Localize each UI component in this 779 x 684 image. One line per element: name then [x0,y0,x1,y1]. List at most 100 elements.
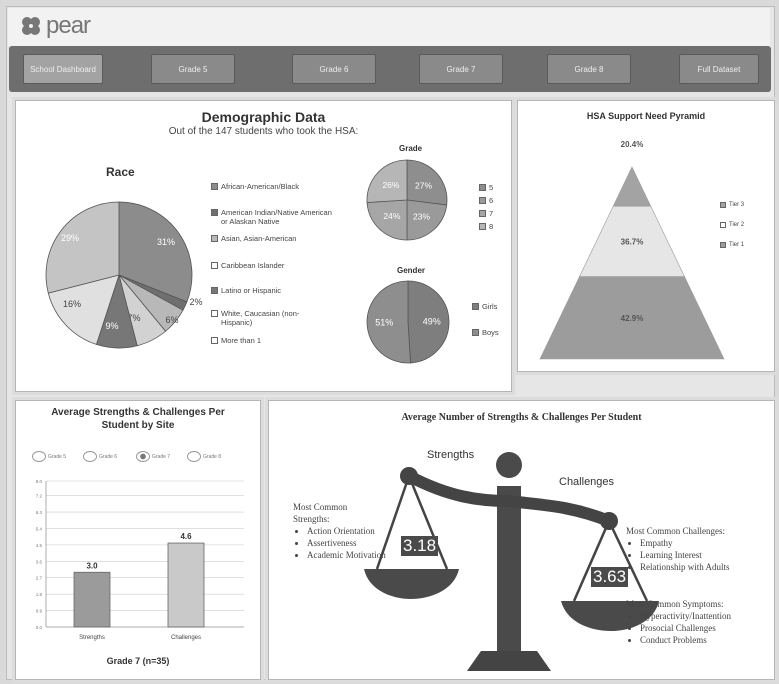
pie-label: 51% [375,318,393,328]
challenges-value: 3.63 [591,567,629,587]
legend-label: Asian, Asian-American [221,234,297,243]
support-pyramid-chart: 20.4% 36.7% 42.9% [539,140,725,360]
grade-legend-item: 7 [479,209,493,218]
strengths-value: 3.18 [401,536,439,556]
legend-label: 5 [489,183,494,192]
bar-value-label: 4.6 [180,532,192,541]
demographic-title: Demographic Data [201,109,326,125]
pyramid-tier [612,166,652,207]
common-symptoms-title: Most Common Symptoms: [626,599,724,609]
pie-label: 6% [165,315,178,325]
pie-label: 49% [423,316,441,326]
pie-label: 31% [157,237,175,247]
pie-label: 2% [189,297,202,307]
nav-grade-8[interactable]: Grade 8 [547,54,631,84]
race-legend-item: Latino or Hispanic [211,286,281,295]
legend-swatch [479,210,486,217]
legend-label: Girls [482,302,498,311]
y-tick-label: 8.0 [36,479,43,484]
legend-swatch [479,184,486,191]
legend-swatch [211,209,218,216]
pyramid-legend-item: Tier 3 [720,201,744,210]
legend-label: 8 [489,222,494,231]
legend-swatch [211,183,218,190]
legend-swatch [479,223,486,230]
pyramid-legend-item: Tier 1 [720,241,744,250]
pie-label: 9% [105,321,118,331]
clover-icon [22,17,40,35]
pie-label: 26% [382,180,399,190]
pie-label: 23% [413,211,430,221]
gender-legend-item: Girls [472,302,497,311]
race-pie-chart: 31%2%6%7%9%16%29% [45,201,203,349]
legend-swatch [720,202,726,208]
list-item: Learning Interest [640,549,730,561]
pyramid-label: 42.9% [621,314,644,323]
scale-panel: Average Number of Strengths & Challenges… [268,400,775,680]
common-strengths-title-2: Strengths: [293,514,330,524]
bar [73,571,111,628]
x-tick-label: Strengths [79,635,105,641]
grade-legend-item: 8 [479,222,493,231]
gender-pie-chart: 49% 51% [366,280,450,364]
site-panel: Average Strengths & Challenges Per Stude… [15,400,261,680]
list-item: Assertiveness [307,537,386,549]
nav-grade-7[interactable]: Grade 7 [419,54,503,84]
y-tick-label: 0.9 [36,609,43,614]
nav-full-dataset[interactable]: Full Dataset [679,54,759,84]
demographic-panel: Demographic Data Out of the 147 students… [15,100,512,392]
list-item: Academic Motivation [307,549,386,561]
legend-label: Latino or Hispanic [221,286,282,295]
list-item: Hyperactivity/Inattention [640,610,731,622]
strengths-challenges-bar-chart: 0.0 0.9 1.8 2.7 3.6 4.5 5.4 6.3 7.2 8.0 3.0 Strengt… [36,479,244,641]
legend-swatch [211,310,218,317]
race-legend-item: American Indian/Native American or Alask… [211,208,336,226]
nav-grade-5[interactable]: Grade 5 [151,54,235,84]
app-header: pear [8,8,770,46]
common-strengths-list: Most Common Strengths: Action Orientatio… [293,501,386,561]
grade-legend-item: 5 [479,183,493,192]
legend-label: Caribbean Islander [221,261,285,270]
nav-grade-6[interactable]: Grade 6 [292,54,376,84]
legend-swatch [211,235,218,242]
pyramid-panel: HSA Support Need Pyramid 20.4% 36.7% 42.9%… [517,100,775,372]
common-strengths-title-1: Most Common [293,502,348,512]
pyramid-label: 36.7% [621,237,644,246]
y-tick-label: 3.6 [36,559,43,564]
gender-legend-item: Boys [472,328,499,337]
nav-school-dashboard[interactable]: School Dashboard [23,54,103,84]
legend-swatch [720,242,726,248]
pyramid-legend-item: Tier 2 [720,221,744,230]
y-tick-label: 0.0 [36,625,43,630]
legend-label: American Indian/Native American or Alask… [221,208,332,226]
pie-label: 24% [383,211,400,221]
logo-text: pear [46,12,91,39]
race-legend-item: Asian, Asian-American [211,234,296,243]
bar-chart-caption: Grade 7 (n=35) [106,656,170,666]
y-tick-label: 1.8 [36,592,43,597]
nav-bar: School Dashboard Grade 5 Grade 6 Grade 7… [9,46,771,92]
common-challenges-title: Most Common Challenges: [626,526,725,536]
pear-logo[interactable]: pear [18,12,91,40]
pie-label: 29% [61,233,79,243]
gender-title: Gender [397,266,426,275]
strengths-label: Strengths [427,449,475,461]
legend-label: White, Caucasian (non-Hispanic) [221,309,300,327]
race-legend-item: More than 1 [211,336,261,345]
race-legend-item: African-American/Black [211,182,299,191]
y-tick-label: 6.3 [36,510,43,515]
legend-label: 6 [489,196,494,205]
grade-pie-chart: 27% 23% 24% 26% [366,159,448,241]
list-item: Empathy [640,537,730,549]
race-title: Race [106,165,135,179]
list-item: Relationship with Adults [640,561,730,573]
common-symptoms-list: Most Common Symptoms: Hyperactivity/Inat… [626,598,731,646]
challenges-label: Challenges [559,476,615,488]
y-tick-label: 7.2 [36,494,43,499]
legend-label: More than 1 [221,336,262,345]
pie-label: 27% [415,180,432,190]
pyramid-label: 20.4% [621,140,644,149]
y-tick-label: 5.4 [36,526,43,531]
bar [167,542,205,628]
bar-value-label: 3.0 [86,561,98,570]
